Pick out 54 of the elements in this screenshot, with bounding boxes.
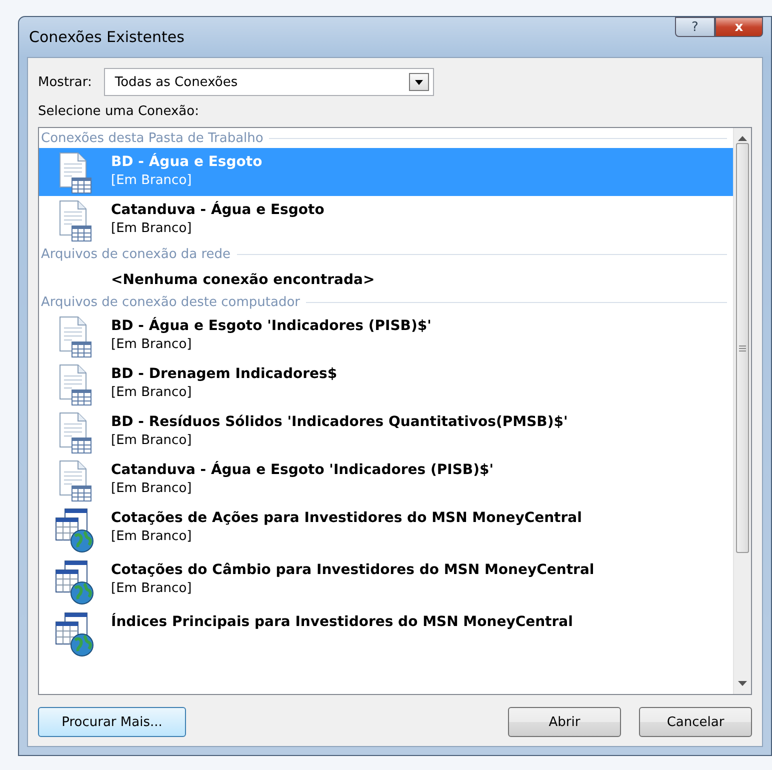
connection-name: BD - Drenagem Indicadores$ [111,366,338,382]
window-title: Conexões Existentes [28,28,184,46]
show-dropdown[interactable]: Todas as Conexões [104,68,434,96]
connection-description: [Em Branco] [111,581,193,596]
show-label: Mostrar: [38,74,92,90]
connection-item[interactable]: Catanduva - Água e Esgoto [Em Branco] [39,196,733,244]
table-globe-icon [55,560,95,606]
scrollbar[interactable] [733,128,751,694]
document-table-icon [58,364,92,406]
document-table-icon [58,200,92,242]
table-globe-icon [55,508,95,554]
connection-name: Catanduva - Água e Esgoto [111,202,324,218]
group-header: Arquivos de conexão deste computador [41,294,300,310]
connection-description: [Em Branco] [111,337,193,352]
connection-description: [Em Branco] [111,481,193,496]
connection-description: [Em Branco] [111,221,193,236]
document-table-icon [58,460,92,502]
browse-more-button[interactable]: Procurar Mais... [38,707,186,737]
show-dropdown-value: Todas as Conexões [114,74,238,90]
connection-description: [Em Branco] [111,433,193,448]
grip-icon [739,344,746,352]
scroll-down-icon[interactable] [738,681,747,686]
connection-item[interactable]: Cotações do Câmbio para Investidores do MSN MoneyCentral [Em Branco] [39,556,733,608]
connection-description: [Em Branco] [111,173,193,188]
list-label: Selecione uma Conexão: [38,104,200,119]
connection-item[interactable]: Cotações de Ações para Investidores do MSN MoneyCentral [Em Branco] [39,504,733,556]
connection-name: <Nenhuma conexão encontrada> [111,272,375,288]
connection-name: Catanduva - Água e Esgoto 'Indicadores (PISB)$' [111,462,494,478]
connection-item[interactable]: BD - Drenagem Indicadores$ [Em Branco] [39,360,733,408]
connection-item[interactable]: Índices Principais para Investidores do MSN MoneyCentral [39,608,733,660]
connection-item[interactable]: BD - Água e Esgoto 'Indicadores (PISB)$' [Em Branco] [39,312,733,360]
connection-name: BD - Resíduos Sólidos 'Indicadores Quantitativos(PMSB)$' [111,414,568,430]
document-table-icon [58,316,92,358]
scrollbar-thumb[interactable] [736,143,749,553]
group-header: Arquivos de conexão da rede [41,246,231,262]
cancel-button[interactable]: Cancelar [639,707,752,737]
connection-description: [Em Branco] [111,385,193,400]
connection-name: Cotações de Ações para Investidores do MSN MoneyCentral [111,510,582,526]
close-button[interactable]: x [715,17,763,37]
connection-item[interactable]: BD - Resíduos Sólidos 'Indicadores Quantitativos(PMSB)$' [Em Branco] [39,408,733,456]
table-globe-icon [55,612,95,658]
document-table-icon [58,152,92,194]
connection-description: [Em Branco] [111,529,193,544]
connection-item[interactable]: Catanduva - Água e Esgoto 'Indicadores (PISB)$' [Em Branco] [39,456,733,504]
connection-item[interactable]: <Nenhuma conexão encontrada> [39,264,733,292]
scroll-up-icon[interactable] [738,136,747,141]
connection-name: Cotações do Câmbio para Investidores do MSN MoneyCentral [111,562,594,578]
connection-name: BD - Água e Esgoto 'Indicadores (PISB)$' [111,318,432,334]
group-header: Conexões desta Pasta de Trabalho [41,130,264,146]
document-table-icon [58,412,92,454]
connection-name: BD - Água e Esgoto [111,154,262,170]
connection-name: Índices Principais para Investidores do MSN MoneyCentral [111,614,573,630]
open-button[interactable]: Abrir [508,707,621,737]
help-button[interactable]: ? [675,17,715,37]
